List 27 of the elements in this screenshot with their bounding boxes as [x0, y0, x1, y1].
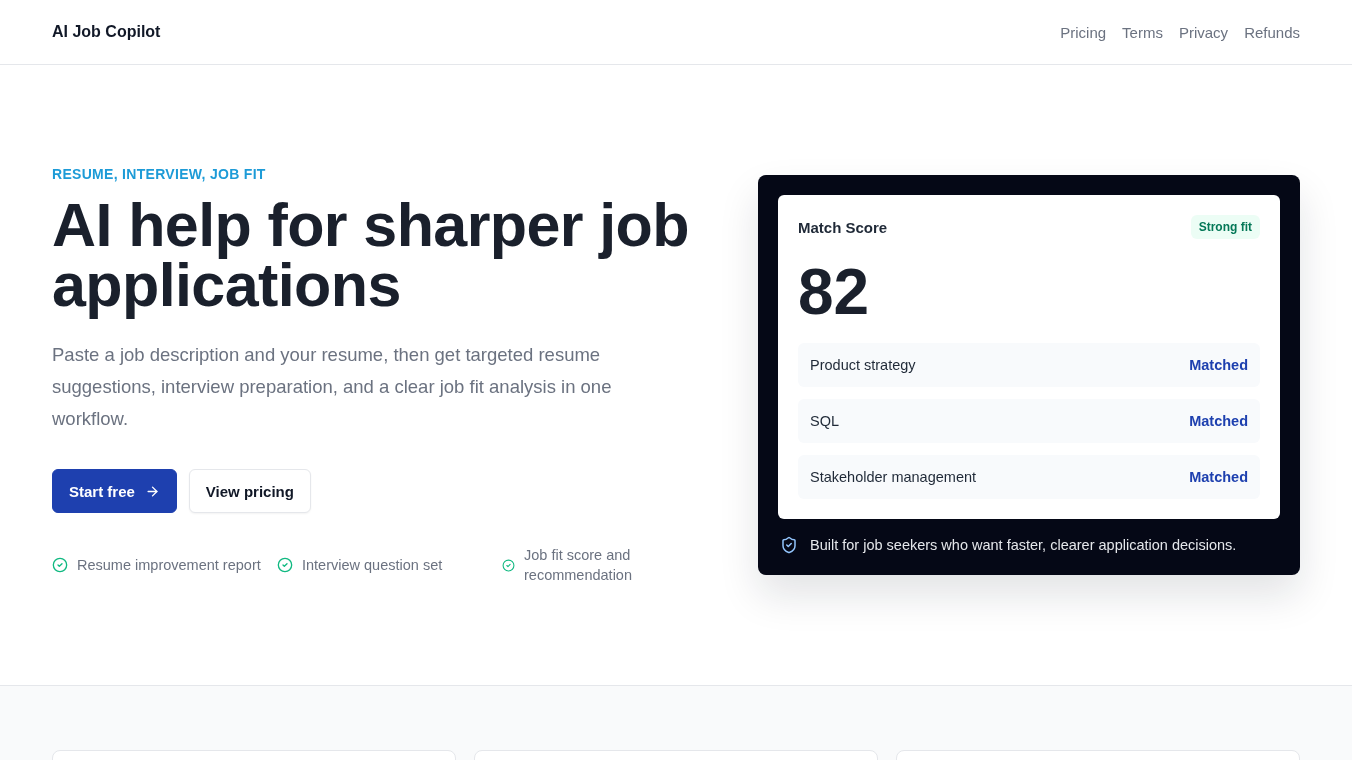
skill-name: Stakeholder management — [810, 469, 977, 485]
check-circle-icon — [52, 557, 68, 573]
nav-link[interactable]: Terms — [1122, 23, 1163, 41]
card-title: Match Score — [798, 218, 888, 236]
start-button[interactable]: Start free — [52, 469, 177, 513]
skill-status: Matched — [1189, 413, 1248, 429]
nav-link[interactable]: Pricing — [1060, 23, 1107, 41]
hero-description: Paste a job description and your resume, then get targeted resume suggestions, interview preparation, and a clear job fit analysis in one workflow. — [52, 343, 613, 431]
check-circle-icon — [277, 557, 293, 573]
match-score: 82 — [798, 255, 870, 330]
skill-status: Matched — [1189, 357, 1248, 373]
fit-badge: Strong fit — [1190, 215, 1260, 239]
arrow-right-icon — [144, 483, 160, 499]
shield-check-icon — [780, 536, 798, 554]
nav-link[interactable]: Refunds — [1244, 23, 1300, 41]
feature-text: Job fit score and recommendation — [524, 546, 633, 585]
skill-status: Matched — [1189, 469, 1248, 485]
feature-text: Resume improvement report — [77, 556, 261, 575]
check-circle-icon — [502, 558, 515, 572]
logo-text[interactable]: AI Job Copilot — [52, 23, 161, 41]
skill-name: SQL — [810, 413, 839, 429]
skill-name: Product strategy — [810, 357, 916, 373]
pricing-button[interactable]: View pricing — [188, 469, 311, 513]
panel-footnote: Built for job seekers who want faster, clearer application decisions. — [810, 537, 1237, 553]
eyebrow-text: RESUME, INTERVIEW, JOB FIT — [52, 165, 267, 183]
feature-text: Interview question set — [302, 556, 443, 575]
nav-link[interactable]: Privacy — [1178, 23, 1229, 41]
